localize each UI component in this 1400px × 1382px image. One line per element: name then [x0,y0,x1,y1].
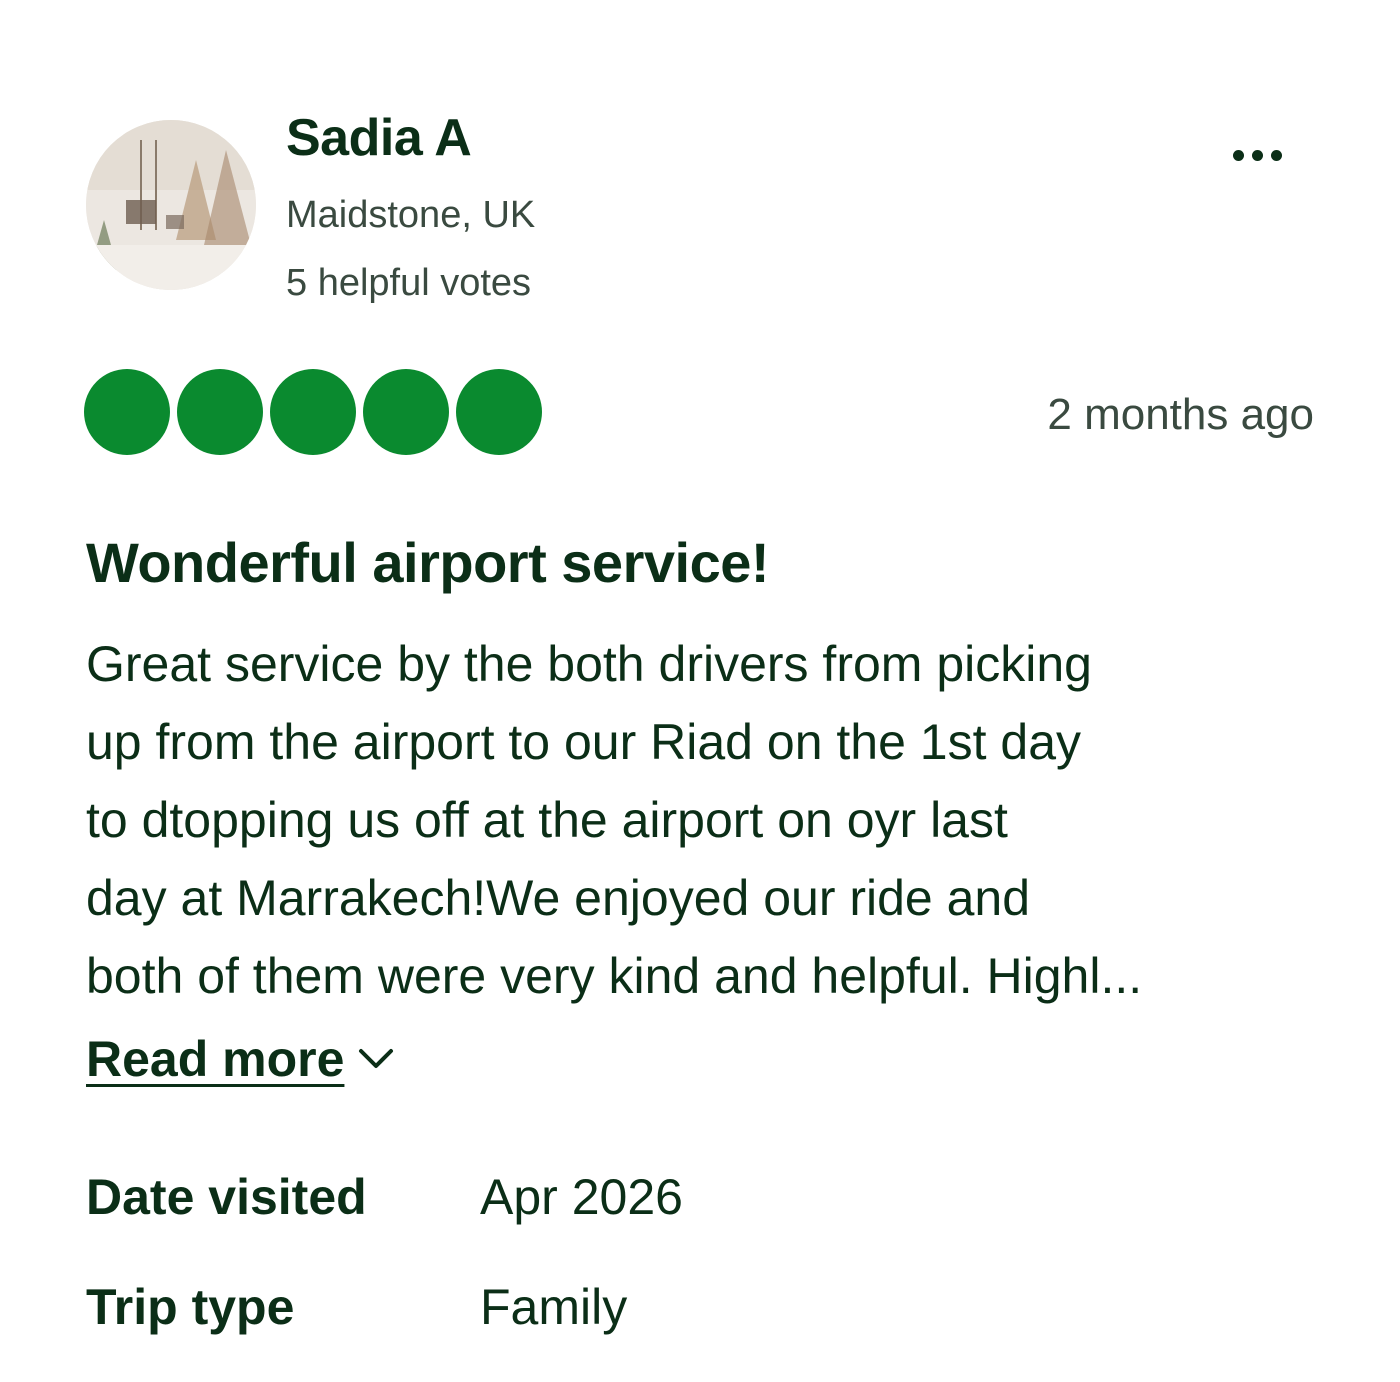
review-body-line: Great service by the both drivers from p… [86,636,1092,692]
rating-bubbles [84,369,549,457]
date-visited-value: Apr 2026 [480,1169,683,1225]
review-body-line: day at Marrakech!We enjoyed our ride and [86,870,1031,926]
reviewer-avatar[interactable] [86,120,256,290]
avatar-photo-icon [86,120,256,290]
more-options-button[interactable] [1222,132,1292,178]
rating-bubble-icon [84,369,170,455]
review-body: Great service by the both drivers from p… [86,625,1326,1015]
review-date: 2 months ago [1047,390,1314,439]
read-more-button[interactable]: Read more [86,1030,396,1088]
rating-bubble-icon [363,369,449,455]
rating-bubble-icon [177,369,263,455]
rating-bubble-icon [456,369,542,455]
review-body-line: to dtopping us off at the airport on oyr… [86,792,1008,848]
review-card: Sadia A Maidstone, UK 5 helpful votes 2 … [0,0,1400,1382]
rating-bubble-icon [270,369,356,455]
reviewer-name[interactable]: Sadia A [286,108,472,168]
trip-type-value: Family [480,1279,628,1335]
read-more-label: Read more [86,1031,345,1087]
review-body-line: up from the airport to our Riad on the 1… [86,714,1081,770]
reviewer-helpful-votes: 5 helpful votes [286,262,532,304]
date-visited-label: Date visited [86,1169,367,1225]
more-options-icon [1229,149,1286,161]
review-body-line: both of them were very kind and helpful.… [86,948,1143,1004]
reviewer-location: Maidstone, UK [286,194,536,236]
review-title: Wonderful airport service! [86,531,770,594]
chevron-down-icon [359,1049,394,1068]
trip-type-label: Trip type [86,1279,295,1335]
